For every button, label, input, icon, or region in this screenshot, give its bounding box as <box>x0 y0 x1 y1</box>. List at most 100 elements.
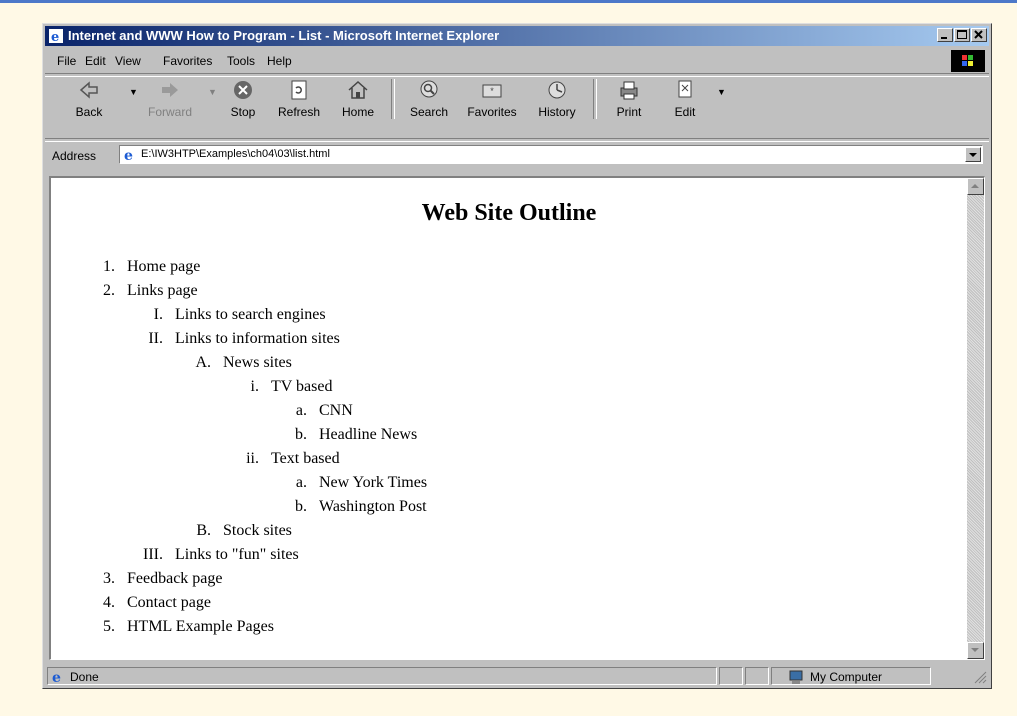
toolbar-separator <box>593 79 597 119</box>
status-zone-text: My Computer <box>810 670 883 684</box>
close-icon <box>974 30 983 39</box>
title-bar: e Internet and WWW How to Program - List… <box>45 26 989 46</box>
list-item: New York Times <box>311 471 967 495</box>
toolbar: Back ▼ Forward ▼ Stop Refresh Home Searc… <box>45 75 989 125</box>
ie-logo-icon: e <box>49 29 63 44</box>
favorites-folder-icon: * <box>482 84 502 98</box>
top-accent-line <box>0 0 1017 3</box>
nested-list: TV based CNN Headline News Text based <box>223 375 967 519</box>
status-text: Done <box>70 670 99 684</box>
page-icon: e <box>124 148 133 163</box>
list-item: Contact page <box>119 591 967 615</box>
list-item-label: Links to information sites <box>175 330 340 347</box>
chevron-up-icon <box>971 184 979 188</box>
printer-icon <box>620 81 638 100</box>
edit-button[interactable]: Edit <box>659 75 711 123</box>
address-dropdown-button[interactable] <box>965 147 981 162</box>
svg-text:e: e <box>52 670 61 685</box>
menu-help[interactable]: Help <box>267 54 292 68</box>
nested-list: CNN Headline News <box>271 399 967 447</box>
forward-dropdown-icon[interactable]: ▼ <box>208 87 217 97</box>
page-content: Web Site Outline Home page Links page Li… <box>49 176 985 660</box>
windows-logo <box>951 50 985 72</box>
list-item: Washington Post <box>311 495 967 519</box>
edit-page-icon <box>678 80 692 98</box>
list-item-label: Links page <box>127 282 198 299</box>
toolbar-separator <box>391 79 395 119</box>
browser-window: e Internet and WWW How to Program - List… <box>42 23 992 689</box>
computer-icon <box>789 670 803 684</box>
menu-bar: File Edit View Favorites Tools Help <box>45 50 989 72</box>
status-cell <box>719 667 743 685</box>
list-item: News sites TV based CNN Headline News <box>215 351 967 519</box>
page-done-icon: e <box>52 670 61 685</box>
scroll-down-button[interactable] <box>967 642 984 659</box>
nested-list: New York Times Washington Post <box>271 471 967 519</box>
list-item-label: Text based <box>271 450 340 467</box>
stop-icon <box>234 81 252 99</box>
list-item-label: News sites <box>223 354 292 371</box>
menu-favorites[interactable]: Favorites <box>163 54 212 68</box>
address-url: E:\IW3HTP\Examples\ch04\03\list.html <box>141 148 330 160</box>
list-item: Links to "fun" sites <box>167 543 967 567</box>
back-arrow-icon <box>79 81 98 99</box>
history-icon <box>548 81 566 99</box>
history-button[interactable]: History <box>529 75 585 123</box>
list-item: Links to search engines <box>167 303 967 327</box>
menu-view[interactable]: View <box>115 54 141 68</box>
status-zone: My Computer <box>771 667 931 685</box>
svg-text:e: e <box>51 30 59 44</box>
home-icon <box>348 80 368 99</box>
address-label: Address <box>52 149 97 163</box>
chevron-down-icon <box>971 648 979 652</box>
menu-edit[interactable]: Edit <box>85 54 106 68</box>
home-button[interactable]: Home <box>333 75 383 123</box>
scroll-up-button[interactable] <box>967 178 984 195</box>
forward-button[interactable]: Forward <box>141 75 199 123</box>
address-input[interactable]: e E:\IW3HTP\Examples\ch04\03\list.html <box>119 145 983 164</box>
nested-list: News sites TV based CNN Headline News <box>175 351 967 543</box>
status-cell-main: e Done <box>47 667 717 685</box>
status-bar: e Done My Computer <box>45 666 989 686</box>
edit-dropdown-icon[interactable]: ▼ <box>717 87 726 97</box>
list-item: Feedback page <box>119 567 967 591</box>
document: Web Site Outline Home page Links page Li… <box>51 178 967 659</box>
list-item: CNN <box>311 399 967 423</box>
close-button[interactable] <box>971 28 987 42</box>
menu-tools[interactable]: Tools <box>227 54 255 68</box>
minimize-button[interactable] <box>937 28 953 42</box>
list-item: Text based New York Times Washington Pos… <box>263 447 967 519</box>
chevron-down-icon <box>969 153 977 157</box>
maximize-icon <box>957 30 967 39</box>
list-item: Links to information sites News sites TV… <box>167 327 967 543</box>
list-item: TV based CNN Headline News <box>263 375 967 447</box>
window-title: Internet and WWW How to Program - List -… <box>68 28 500 43</box>
nested-list: Links to search engines Links to informa… <box>127 303 967 567</box>
outline-list: Home page Links page Links to search eng… <box>51 255 967 639</box>
refresh-icon <box>291 80 307 100</box>
list-item: Headline News <box>311 423 967 447</box>
search-button[interactable]: Search <box>401 75 457 123</box>
svg-text:*: * <box>490 86 494 96</box>
search-icon <box>420 80 438 98</box>
page-heading: Web Site Outline <box>421 200 597 226</box>
minimize-icon <box>941 37 947 39</box>
print-button[interactable]: Print <box>601 75 657 123</box>
resize-grip-icon[interactable] <box>973 670 987 684</box>
list-item: Links page Links to search engines Links… <box>119 279 967 567</box>
maximize-button[interactable] <box>954 28 970 42</box>
list-item-label: TV based <box>271 378 333 395</box>
back-dropdown-icon[interactable]: ▼ <box>129 87 138 97</box>
svg-text:e: e <box>124 148 133 163</box>
vertical-scrollbar[interactable] <box>967 178 984 659</box>
back-button[interactable]: Back <box>63 75 115 123</box>
list-item: Home page <box>119 255 967 279</box>
address-bar: Address e E:\IW3HTP\Examples\ch04\03\lis… <box>45 144 989 168</box>
stop-button[interactable]: Stop <box>221 75 265 123</box>
list-item: HTML Example Pages <box>119 615 967 639</box>
toolbar-separator-line <box>45 138 989 142</box>
menu-file[interactable]: File <box>57 54 76 68</box>
refresh-button[interactable]: Refresh <box>271 75 327 123</box>
favorites-button[interactable]: * Favorites <box>457 75 527 123</box>
list-item: Stock sites <box>215 519 967 543</box>
